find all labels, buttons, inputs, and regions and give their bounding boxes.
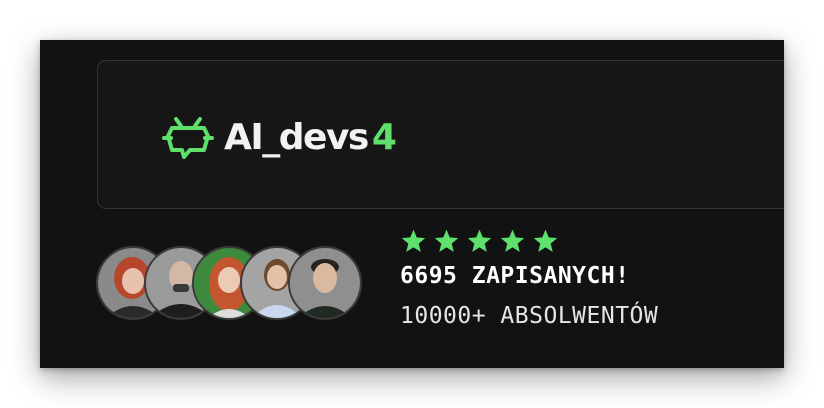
avatar-group: [96, 246, 362, 324]
enrolled-count: 6695 ZAPISANYCH!: [400, 263, 630, 289]
person-avatar-icon: [290, 248, 360, 318]
logo[interactable]: AI_devs 4: [162, 116, 397, 160]
avatar: [288, 246, 362, 320]
star-icon: [500, 229, 525, 252]
ai-devs-logo-icon: [162, 117, 214, 159]
star-icon: [467, 229, 492, 252]
star-icon: [533, 229, 558, 252]
graduates-count: 10000+ ABSOLWENTÓW: [400, 303, 659, 329]
star-icon: [434, 229, 459, 252]
logo-text: AI_devs: [224, 117, 369, 158]
rating-stars: [400, 228, 658, 254]
stats-block: 6695 ZAPISANYCH! 10000+ ABSOLWENTÓW: [400, 228, 658, 331]
logo-version: 4: [371, 117, 397, 158]
promo-card: AI_devs 4 6695 ZAPISANYCH! 10000+ ABSOLW…: [40, 40, 784, 368]
star-icon: [401, 229, 426, 252]
